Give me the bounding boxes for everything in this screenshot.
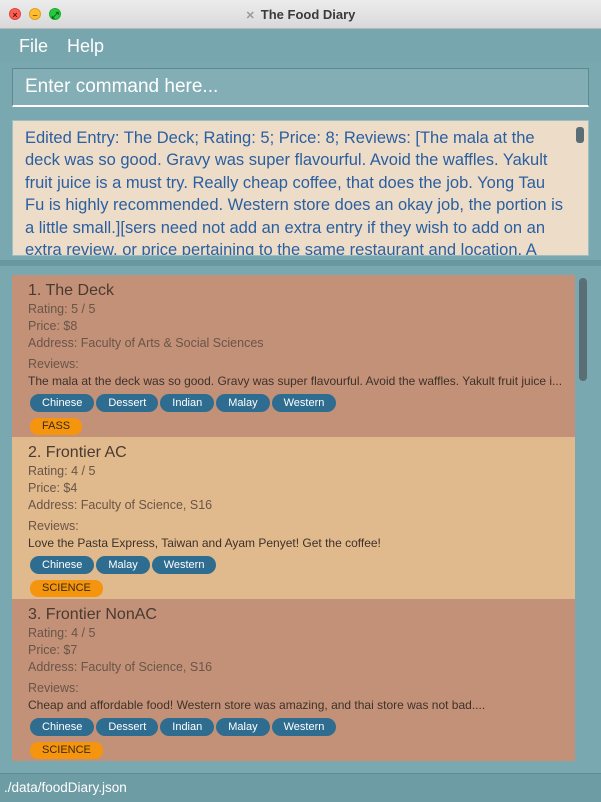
tag-malay: Malay (216, 394, 270, 412)
entry-card[interactable]: 1. The Deck Rating: 5 / 5 Price: $8 Addr… (12, 275, 575, 437)
list-scrollbar-thumb[interactable] (579, 278, 587, 381)
tag-dessert: Dessert (96, 718, 159, 736)
entry-rating: Rating: 4 / 5 (28, 626, 96, 640)
tag-indian: Indian (160, 718, 215, 736)
entry-card[interactable]: 3. Frontier NonAC Rating: 4 / 5 Price: $… (12, 599, 575, 761)
entry-list: 1. The Deck Rating: 5 / 5 Price: $8 Addr… (0, 266, 601, 773)
menu-file[interactable]: File (19, 36, 48, 57)
tag-dessert: Dessert (96, 394, 159, 412)
entry-address: Address: Faculty of Arts & Social Scienc… (28, 336, 264, 350)
entry-reviews-label: Reviews: (28, 519, 79, 533)
entry-price: Price: $4 (28, 481, 78, 495)
result-display[interactable]: Edited Entry: The Deck; Rating: 5; Price… (12, 120, 589, 256)
entry-location: SCIENCE (30, 578, 575, 597)
tag-malay: Malay (216, 718, 270, 736)
entry-price: Price: $7 (28, 643, 78, 657)
tag-western: Western (271, 718, 337, 736)
tag-western: Western (271, 394, 337, 412)
entry-location: FASS (30, 416, 575, 435)
data-file-path: ./data/foodDiary.json (4, 780, 127, 795)
app-icon: ✕ (245, 10, 255, 22)
entry-review: Love the Pasta Express, Taiwan and Ayam … (28, 536, 381, 550)
entry-review: The mala at the deck was so good. Gravy … (28, 374, 563, 388)
tag-chinese: Chinese (30, 394, 95, 412)
menu-help[interactable]: Help (67, 36, 104, 57)
tag-western: Western (151, 556, 217, 574)
entry-address: Address: Faculty of Science, S16 (28, 660, 213, 674)
menu-bar: File Help (0, 29, 601, 62)
result-text: Edited Entry: The Deck; Rating: 5; Price… (25, 129, 564, 256)
window-title-area: ✕ The Food Diary (0, 7, 601, 22)
entry-tags: Chinese Malay Western (30, 556, 575, 576)
entry-tags: Chinese Dessert Indian Malay Western (30, 394, 575, 414)
location-tag: SCIENCE (30, 580, 103, 597)
entry-rating: Rating: 4 / 5 (28, 464, 96, 478)
tag-indian: Indian (160, 394, 215, 412)
entry-card[interactable]: 2. Frontier AC Rating: 4 / 5 Price: $4 A… (12, 437, 575, 599)
window-title: The Food Diary (260, 7, 356, 22)
status-bar: ./data/foodDiary.json (0, 773, 601, 802)
entry-review: Cheap and affordable food! Western store… (28, 698, 486, 712)
tag-chinese: Chinese (30, 556, 95, 574)
entry-title: 2. Frontier AC (28, 444, 127, 461)
location-tag: SCIENCE (30, 742, 103, 759)
location-tag: FASS (30, 418, 83, 435)
entry-rating: Rating: 5 / 5 (28, 302, 96, 316)
command-box (12, 68, 589, 107)
tag-chinese: Chinese (30, 718, 95, 736)
result-scrollbar-thumb[interactable] (576, 127, 584, 143)
entry-title: 1. The Deck (28, 282, 114, 299)
title-bar: × – ⤢ ✕ The Food Diary (0, 0, 601, 29)
entry-title: 3. Frontier NonAC (28, 606, 157, 623)
entry-address: Address: Faculty of Science, S16 (28, 498, 213, 512)
entry-reviews-label: Reviews: (28, 357, 79, 371)
command-input[interactable] (13, 69, 588, 105)
tag-malay: Malay (96, 556, 150, 574)
entry-reviews-label: Reviews: (28, 681, 79, 695)
entry-price: Price: $8 (28, 319, 78, 333)
entry-location: SCIENCE (30, 740, 575, 759)
entry-tags: Chinese Dessert Indian Malay Western (30, 718, 575, 738)
